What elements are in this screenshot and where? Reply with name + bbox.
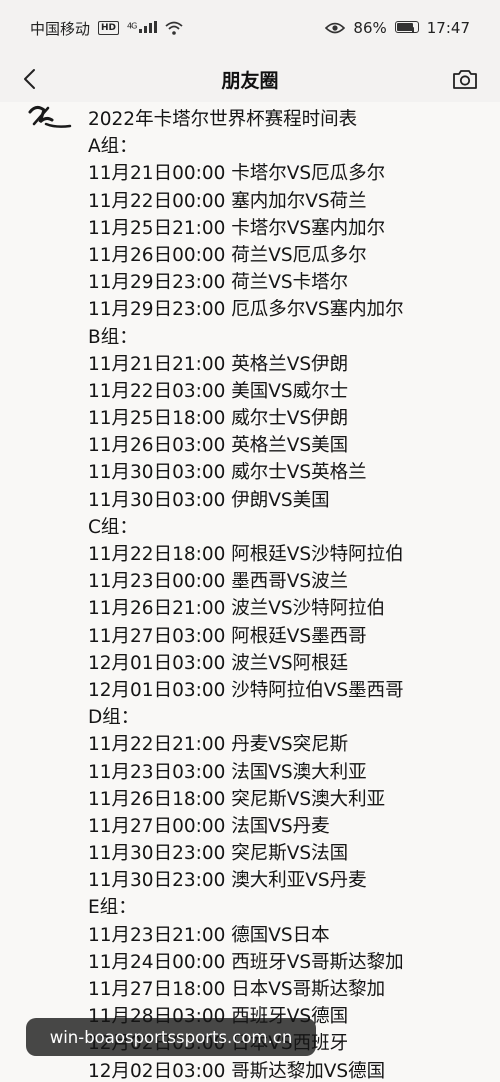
match-line: 11月26日18:00 突尼斯VS澳大利亚	[88, 788, 386, 810]
status-bar: 中国移动 HD 4G 86% 17:47	[0, 0, 500, 56]
battery-percent: 86%	[353, 19, 387, 37]
group-heading: C组：	[88, 516, 138, 538]
match-line: 11月26日03:00 英格兰VS美国	[88, 435, 349, 457]
wifi-icon	[165, 21, 183, 35]
hd-badge: HD	[98, 21, 120, 35]
match-line: 12月02日03:00 哥斯达黎加VS德国	[88, 1060, 386, 1082]
match-line: 11月21日00:00 卡塔尔VS厄瓜多尔	[88, 163, 386, 185]
match-line: 11月23日21:00 德国VS日本	[88, 924, 330, 946]
match-line: 11月26日00:00 荷兰VS厄瓜多尔	[88, 244, 367, 266]
nav-bar: 朋友圈	[0, 56, 500, 102]
back-button[interactable]	[14, 64, 44, 94]
signal-bars-icon	[138, 20, 157, 33]
match-line: 11月25日18:00 威尔士VS伊朗	[88, 408, 349, 430]
group-heading: B组：	[88, 326, 138, 348]
match-line: 11月22日18:00 阿根廷VS沙特阿拉伯	[88, 544, 404, 565]
carrier-label: 中国移动	[30, 19, 91, 38]
match-line: 11月22日03:00 美国VS威尔士	[88, 380, 349, 402]
match-line: 11月23日00:00 墨西哥VS波兰	[88, 571, 349, 593]
match-line: 11月29日23:00 荷兰VS卡塔尔	[88, 272, 349, 294]
match-line: 11月25日21:00 卡塔尔VS塞内加尔	[88, 217, 386, 239]
match-line: 11月21日21:00 英格兰VS伊朗	[88, 353, 349, 375]
match-line: 11月27日00:00 法国VS丹麦	[88, 815, 330, 837]
match-line: 11月30日23:00 澳大利亚VS丹麦	[88, 870, 367, 892]
match-line: 12月01日03:00 波兰VS阿根廷	[88, 652, 349, 674]
watermark: win-boaosportssports.com.cn	[26, 1018, 316, 1056]
match-line: 11月24日00:00 西班牙VS哥斯达黎加	[88, 951, 404, 973]
group-heading: A组：	[88, 136, 138, 158]
group-heading: D组：	[88, 707, 140, 729]
match-line: 11月30日23:00 突尼斯VS法国	[88, 843, 349, 865]
battery-icon	[394, 19, 419, 37]
match-line: 11月22日00:00 塞内加尔VS荷兰	[88, 190, 367, 212]
match-line: 11月27日18:00 日本VS哥斯达黎加	[88, 979, 386, 1000]
clock: 17:47	[426, 19, 470, 37]
network-type: 4G	[127, 20, 137, 30]
back-arrow-icon	[24, 69, 35, 89]
post-title: 2022年卡塔尔世界杯赛程时间表	[88, 109, 358, 130]
calligraphy-mark-icon	[28, 105, 72, 128]
post-content: 2022年卡塔尔世界杯赛程时间表 A组： 11月21日00:00 卡塔尔VS厄瓜多尔…	[0, 102, 500, 1082]
match-line: 11月30日03:00 威尔士VS英格兰	[88, 462, 367, 484]
match-line: 11月23日03:00 法国VS澳大利亚	[88, 761, 367, 783]
match-line: 11月22日21:00 丹麦VS突尼斯	[88, 734, 349, 756]
match-line: 11月26日21:00 波兰VS沙特阿拉伯	[88, 598, 386, 620]
camera-button[interactable]	[450, 64, 480, 94]
page-title: 朋友圈	[221, 69, 279, 92]
group-heading: E组：	[88, 897, 137, 919]
signal-icon: 4G	[127, 20, 157, 36]
match-line: 11月29日23:00 厄瓜多尔VS塞内加尔	[88, 299, 404, 321]
match-line: 11月30日03:00 伊朗VS美国	[88, 489, 330, 511]
status-bar-left: 中国移动 HD 4G	[30, 18, 183, 39]
match-line: 12月01日03:00 沙特阿拉伯VS墨西哥	[88, 679, 404, 701]
eye-icon	[325, 22, 346, 34]
match-line: 11月27日03:00 阿根廷VS墨西哥	[88, 625, 367, 647]
status-bar-right: 86% 17:47	[325, 19, 470, 37]
schedule-text: 2022年卡塔尔世界杯赛程时间表 A组： 11月21日00:00 卡塔尔VS厄瓜多尔…	[88, 106, 500, 1082]
camera-icon	[453, 70, 477, 89]
